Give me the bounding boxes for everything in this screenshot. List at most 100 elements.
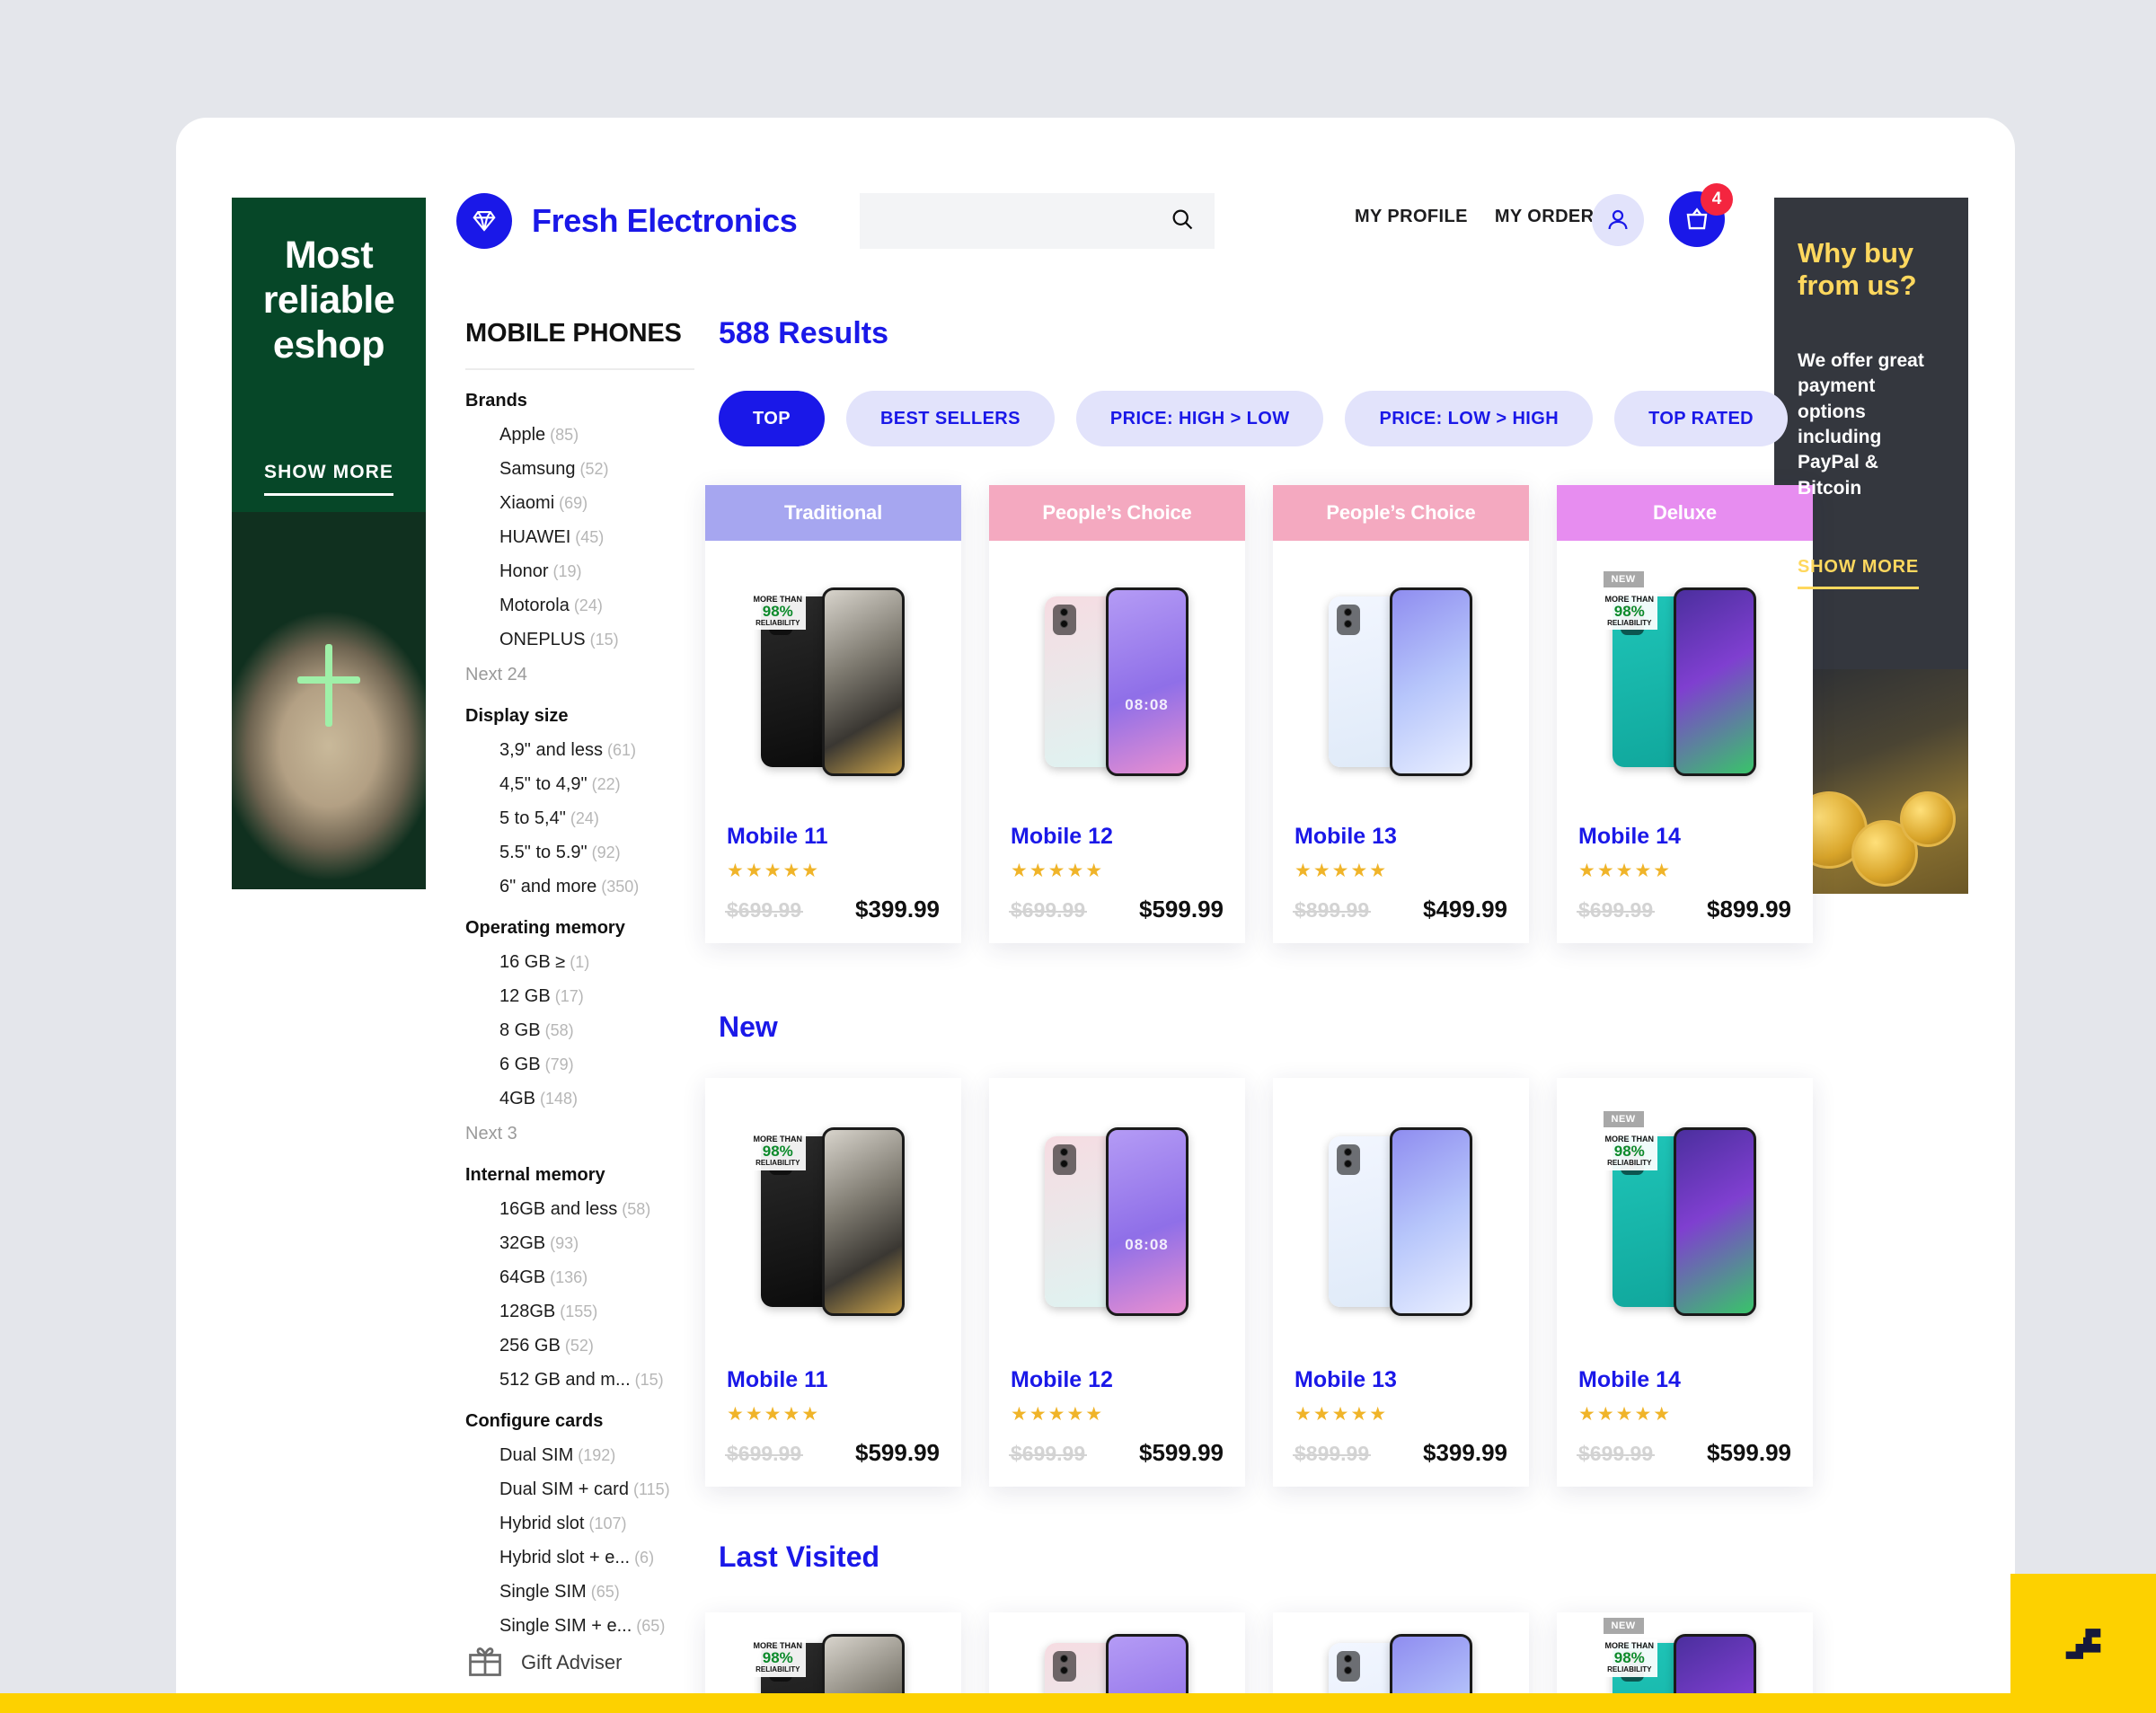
reliability-line2: 98% bbox=[762, 1143, 793, 1161]
promo-right-cta[interactable]: SHOW MORE bbox=[1798, 557, 1919, 589]
filter-option-count: (107) bbox=[588, 1514, 627, 1532]
filter-option[interactable]: 128GB (155) bbox=[499, 1302, 694, 1322]
filter-option[interactable]: 6 GB (79) bbox=[499, 1055, 694, 1075]
filter-option-count: (17) bbox=[554, 987, 584, 1005]
filter-option[interactable]: 5 to 5,4" (24) bbox=[499, 808, 694, 829]
filter-option[interactable]: Apple (85) bbox=[499, 425, 694, 446]
user-icon[interactable] bbox=[1592, 194, 1644, 246]
product-title[interactable]: Mobile 13 bbox=[1294, 824, 1507, 850]
filter-show-more[interactable]: Next 3 bbox=[465, 1124, 694, 1144]
product-title[interactable]: Mobile 12 bbox=[1011, 824, 1224, 850]
product-card[interactable]: 08:08 Mobile 12 ★★★★★ $699.99 $599.99 bbox=[989, 1078, 1245, 1487]
filter-option-label: HUAWEI bbox=[499, 527, 571, 547]
top-navigation: MY PROFILE MY ORDERS bbox=[1355, 207, 1606, 227]
filter-option[interactable]: Single SIM + e... (65) bbox=[499, 1616, 694, 1637]
product-title[interactable]: Mobile 14 bbox=[1578, 824, 1791, 850]
search-icon[interactable] bbox=[1170, 207, 1195, 236]
filter-show-more[interactable]: Next 24 bbox=[465, 665, 694, 685]
product-title[interactable]: Mobile 11 bbox=[727, 824, 940, 850]
product-title[interactable]: Mobile 14 bbox=[1578, 1367, 1791, 1393]
price-current: $399.99 bbox=[1423, 1439, 1507, 1466]
new-tag: NEW bbox=[1603, 570, 1644, 587]
filter-option[interactable]: Dual SIM (192) bbox=[499, 1445, 694, 1466]
product-title[interactable]: Mobile 11 bbox=[727, 1367, 940, 1393]
filter-option[interactable]: Xiaomi (69) bbox=[499, 493, 694, 514]
footer-bar bbox=[0, 1693, 2156, 1713]
search-bar[interactable] bbox=[860, 193, 1215, 249]
filter-option[interactable]: 16 GB ≥ (1) bbox=[499, 952, 694, 973]
product-card[interactable]: Mobile 13 ★★★★★ $899.99 $399.99 bbox=[1273, 1078, 1529, 1487]
filter-option[interactable]: 8 GB (58) bbox=[499, 1020, 694, 1041]
filter-option[interactable]: 5.5" to 5.9" (92) bbox=[499, 843, 694, 863]
filter-option-label: 16GB and less bbox=[499, 1199, 618, 1219]
product-card[interactable]: People’s Choice 08:08 Mobile 12 ★★★★★ $699.9… bbox=[989, 485, 1245, 943]
nav-my-orders[interactable]: MY ORDERS bbox=[1495, 207, 1606, 227]
filter-option-label: 16 GB ≥ bbox=[499, 952, 566, 972]
sort-tab[interactable]: PRICE: LOW > HIGH bbox=[1345, 391, 1594, 446]
filter-option[interactable]: 512 GB and m... (15) bbox=[499, 1370, 694, 1391]
cart-button[interactable]: 4 bbox=[1669, 183, 1733, 247]
filter-option[interactable]: Samsung (52) bbox=[499, 459, 694, 480]
product-card[interactable]: People’s Choice Mobile 13 ★★★★★ $899.99 $499… bbox=[1273, 485, 1529, 943]
product-title[interactable]: Mobile 13 bbox=[1294, 1367, 1507, 1393]
filter-option[interactable]: ONEPLUS (15) bbox=[499, 630, 694, 650]
reliability-badge: MORE THAN 98% RELIABILITY bbox=[1601, 1133, 1657, 1170]
phone-front: 08:08 bbox=[1105, 587, 1188, 776]
rating-stars: ★★★★★ bbox=[727, 1404, 821, 1425]
gift-adviser-link[interactable]: Gift Adviser bbox=[465, 1640, 622, 1684]
filter-option[interactable]: 3,9" and less (61) bbox=[499, 740, 694, 761]
search-input[interactable] bbox=[879, 210, 1170, 232]
filter-option[interactable]: 64GB (136) bbox=[499, 1267, 694, 1288]
promo-left-cta[interactable]: SHOW MORE bbox=[263, 462, 394, 496]
filter-option[interactable]: 6" and more (350) bbox=[499, 877, 694, 897]
filter-option[interactable]: Single SIM (65) bbox=[499, 1582, 694, 1603]
filter-option-label: 3,9" and less bbox=[499, 740, 603, 760]
product-card[interactable]: MORE THAN 98% RELIABILITY Mobile 11 ★★★★★ $69… bbox=[705, 1078, 961, 1487]
price-original: $699.99 bbox=[724, 898, 804, 922]
diamond-icon bbox=[456, 193, 512, 249]
results-count: 588 Results bbox=[719, 316, 888, 350]
filter-option[interactable]: Honor (19) bbox=[499, 561, 694, 582]
product-card[interactable]: MORE THAN 98% RELIABILITY NEW Mobile 14 ★★★★★… bbox=[1557, 1078, 1813, 1487]
filter-option[interactable]: Dual SIM + card (115) bbox=[499, 1479, 694, 1500]
brand-logo-link[interactable]: Fresh Electronics bbox=[456, 193, 798, 249]
nav-my-profile[interactable]: MY PROFILE bbox=[1355, 207, 1468, 227]
filter-option-count: (58) bbox=[622, 1200, 651, 1218]
filter-option[interactable]: 4GB (148) bbox=[499, 1089, 694, 1109]
filter-option-count: (192) bbox=[578, 1446, 616, 1464]
filter-option[interactable]: 16GB and less (58) bbox=[499, 1199, 694, 1220]
rating-stars: ★★★★★ bbox=[1294, 861, 1389, 881]
sort-tab[interactable]: BEST SELLERS bbox=[845, 391, 1055, 446]
product-media: MORE THAN 98% RELIABILITY bbox=[705, 541, 961, 824]
filter-option-count: (65) bbox=[636, 1617, 666, 1635]
filter-option[interactable]: Hybrid slot + e... (6) bbox=[499, 1548, 694, 1568]
reliability-line2: 98% bbox=[1613, 1649, 1645, 1667]
rating-stars: ★★★★★ bbox=[1578, 1404, 1673, 1425]
filter-option-label: 6" and more bbox=[499, 877, 597, 896]
filter-option-label: 512 GB and m... bbox=[499, 1370, 631, 1390]
stairs-icon[interactable] bbox=[2010, 1574, 2156, 1713]
promo-banner-left[interactable]: Most reliable eshop SHOW MORE bbox=[232, 198, 426, 889]
price-original: $699.99 bbox=[724, 1442, 804, 1465]
filter-option[interactable]: 32GB (93) bbox=[499, 1233, 694, 1254]
product-badge: Traditional bbox=[705, 485, 961, 541]
filter-option[interactable]: Hybrid slot (107) bbox=[499, 1514, 694, 1534]
filter-option[interactable]: 12 GB (17) bbox=[499, 986, 694, 1007]
sort-tab[interactable]: TOP RATED bbox=[1614, 391, 1789, 446]
reliability-line3: RELIABILITY bbox=[1607, 1665, 1652, 1674]
sort-tab[interactable]: TOP bbox=[719, 391, 825, 446]
filter-option[interactable]: HUAWEI (45) bbox=[499, 527, 694, 548]
price-original: $699.99 bbox=[1008, 898, 1088, 922]
sort-tab[interactable]: PRICE: HIGH > LOW bbox=[1075, 391, 1324, 446]
product-title[interactable]: Mobile 12 bbox=[1011, 1367, 1224, 1393]
filter-option[interactable]: 256 GB (52) bbox=[499, 1336, 694, 1356]
filter-option-count: (115) bbox=[632, 1480, 670, 1498]
reliability-line2: 98% bbox=[762, 1649, 793, 1667]
filter-option[interactable]: Motorola (24) bbox=[499, 596, 694, 616]
product-badge: People’s Choice bbox=[1273, 485, 1529, 541]
promo-right-body: We offer great payment options including… bbox=[1798, 349, 1924, 499]
product-card[interactable]: Traditional MORE THAN 98% RELIABILITY Mobile… bbox=[705, 485, 961, 943]
filter-option-label: Hybrid slot + e... bbox=[499, 1548, 631, 1567]
filter-option[interactable]: 4,5" to 4,9" (22) bbox=[499, 774, 694, 795]
camera-module bbox=[1052, 604, 1076, 635]
